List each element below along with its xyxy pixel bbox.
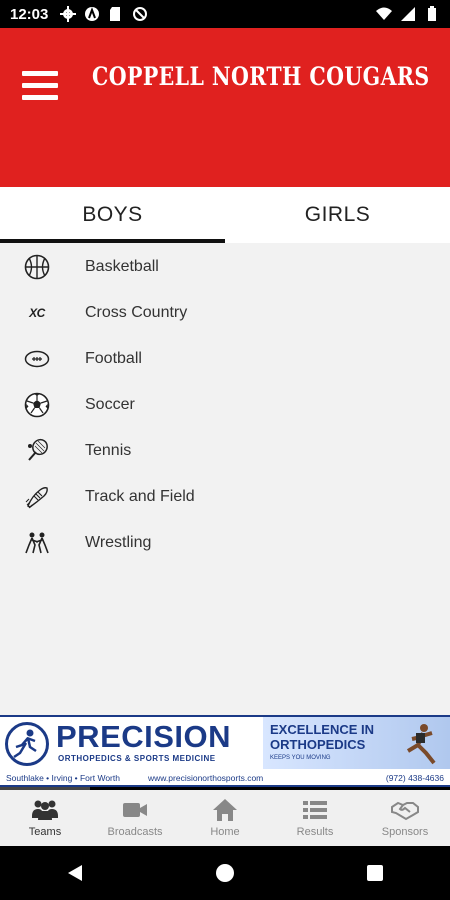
back-triangle-icon — [68, 865, 82, 881]
tennis-racket-icon — [22, 436, 52, 466]
nav-label: Sponsors — [381, 826, 429, 838]
status-left-icons — [60, 6, 148, 22]
sport-label: Basketball — [85, 258, 159, 275]
cross-country-icon: XC — [22, 298, 52, 328]
sport-label: Cross Country — [85, 304, 188, 321]
sd-card-icon — [110, 7, 121, 21]
recents-button[interactable] — [355, 853, 395, 893]
sponsor-banner[interactable]: PRECISION ORTHOPEDICS & SPORTS MEDICINE … — [0, 715, 450, 787]
runner-logo-icon — [5, 722, 49, 766]
banner-phone: (972) 438-4636 — [385, 772, 444, 783]
wrestling-icon — [22, 528, 52, 558]
nav-teams[interactable]: Teams — [0, 790, 90, 846]
sport-item-wrestling[interactable]: Wrestling — [0, 520, 450, 566]
sprinter-image-icon — [394, 721, 444, 767]
sport-label: Tennis — [85, 442, 132, 459]
track-shoe-icon — [22, 482, 52, 512]
hamburger-menu-icon[interactable] — [22, 71, 58, 101]
nav-label: Results — [296, 826, 334, 838]
video-camera-icon — [123, 803, 147, 817]
sport-label: Soccer — [85, 396, 135, 413]
nav-broadcasts[interactable]: Broadcasts — [90, 790, 180, 846]
battery-icon — [428, 6, 436, 21]
system-navigation-bar — [0, 846, 450, 900]
settings-icon — [60, 6, 77, 22]
gender-tabs: BOYS GIRLS — [0, 187, 450, 243]
sport-item-tennis[interactable]: Tennis — [0, 428, 450, 474]
tab-boys[interactable]: BOYS — [0, 187, 225, 243]
banner-keeps-moving: KEEPS YOU MOVING — [270, 755, 331, 761]
app-title: COPPELL NORTH COUGARS — [92, 62, 430, 91]
banner-footer: Southlake • Irving • Fort Worth www.prec… — [0, 770, 450, 785]
nav-results[interactable]: Results — [270, 790, 360, 846]
back-button[interactable] — [55, 853, 95, 893]
banner-brand: PRECISION — [56, 719, 232, 754]
sport-item-football[interactable]: Football — [0, 336, 450, 382]
sport-item-cross-country[interactable]: XC Cross Country — [0, 290, 450, 336]
home-icon — [213, 799, 237, 821]
sport-item-soccer[interactable]: Soccer — [0, 382, 450, 428]
banner-website: www.precisionorthosports.com — [147, 772, 264, 783]
recents-square-icon — [367, 865, 383, 881]
nav-label: Home — [210, 826, 240, 838]
blocked-icon — [133, 7, 148, 21]
sport-item-track-and-field[interactable]: Track and Field — [0, 474, 450, 520]
signal-icon — [401, 7, 415, 21]
status-time: 12:03 — [10, 5, 49, 23]
sports-list: Basketball XC Cross Country Football Soc… — [0, 243, 450, 715]
bottom-navigation: Teams Broadcasts Home Results Sponsors — [0, 790, 450, 846]
nav-label: Teams — [28, 826, 62, 838]
app-bar: COPPELL NORTH COUGARS — [0, 28, 450, 187]
list-icon — [303, 801, 327, 819]
app-a-icon — [85, 7, 100, 21]
status-right-icons — [376, 6, 440, 22]
cross-country-icon-text: XC — [29, 306, 45, 320]
sport-label: Football — [85, 350, 142, 367]
banner-tagline: EXCELLENCE IN ORTHOPEDICS — [270, 722, 375, 752]
sport-label: Track and Field — [85, 488, 195, 505]
sport-label: Wrestling — [85, 534, 152, 551]
basketball-icon — [22, 252, 52, 282]
nav-label: Broadcasts — [107, 826, 163, 838]
status-bar: 12:03 — [0, 0, 450, 28]
nav-sponsors[interactable]: Sponsors — [360, 790, 450, 846]
banner-subbrand: ORTHOPEDICS & SPORTS MEDICINE — [58, 754, 216, 763]
handshake-icon — [391, 801, 419, 821]
nav-home[interactable]: Home — [180, 790, 270, 846]
home-system-button[interactable] — [205, 853, 245, 893]
sport-item-basketball[interactable]: Basketball — [0, 244, 450, 290]
tab-girls[interactable]: GIRLS — [225, 187, 450, 243]
soccer-ball-icon — [22, 390, 52, 420]
wifi-icon — [376, 7, 392, 20]
teams-icon — [32, 800, 58, 820]
football-icon — [22, 344, 52, 374]
home-circle-icon — [216, 864, 234, 882]
banner-locations: Southlake • Irving • Fort Worth — [6, 772, 120, 783]
